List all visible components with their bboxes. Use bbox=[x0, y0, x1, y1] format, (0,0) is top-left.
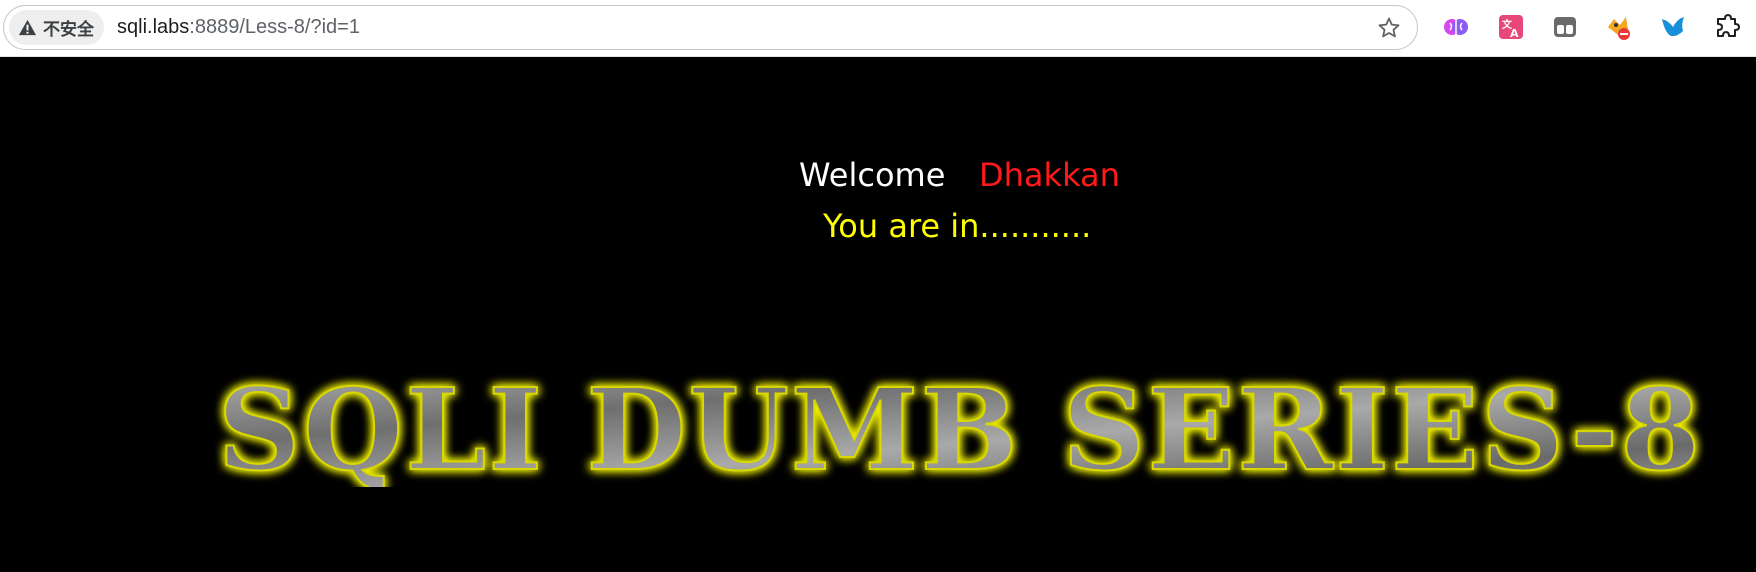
url-path: :8889/Less-8/?id=1 bbox=[189, 16, 360, 38]
banner-text: SQLI DUMB SERIES-8 bbox=[218, 365, 1703, 487]
blocked-extension-icon[interactable] bbox=[1604, 13, 1632, 41]
bird-extension-icon[interactable] bbox=[1659, 13, 1687, 41]
sqli-dumb-series-banner: SQLI DUMB SERIES-8 bbox=[217, 364, 1703, 487]
user-name: Dhakkan bbox=[979, 156, 1120, 194]
warning-icon bbox=[18, 19, 37, 36]
page-content: Welcome Dhakkan You are in........... SQ… bbox=[0, 57, 1756, 572]
tabs-extension-icon[interactable] bbox=[1551, 13, 1579, 41]
browser-toolbar: 不安全 sqli.labs:8889/Less-8/?id=1 文 A bbox=[0, 0, 1756, 57]
url-text[interactable]: sqli.labs:8889/Less-8/?id=1 bbox=[117, 6, 360, 49]
bookmark-star-icon[interactable] bbox=[1377, 16, 1401, 40]
svg-text:A: A bbox=[1510, 27, 1519, 40]
address-bar[interactable]: 不安全 sqli.labs:8889/Less-8/?id=1 bbox=[3, 5, 1418, 50]
status-message: You are in........... bbox=[823, 207, 1092, 245]
brain-extension-icon[interactable] bbox=[1442, 13, 1470, 41]
welcome-text: Welcome bbox=[799, 156, 946, 194]
translate-extension-icon[interactable]: 文 A bbox=[1497, 13, 1525, 41]
security-indicator[interactable]: 不安全 bbox=[9, 10, 104, 45]
extensions-puzzle-icon[interactable] bbox=[1713, 13, 1741, 41]
security-label: 不安全 bbox=[43, 20, 94, 40]
url-host: sqli.labs bbox=[117, 16, 190, 38]
